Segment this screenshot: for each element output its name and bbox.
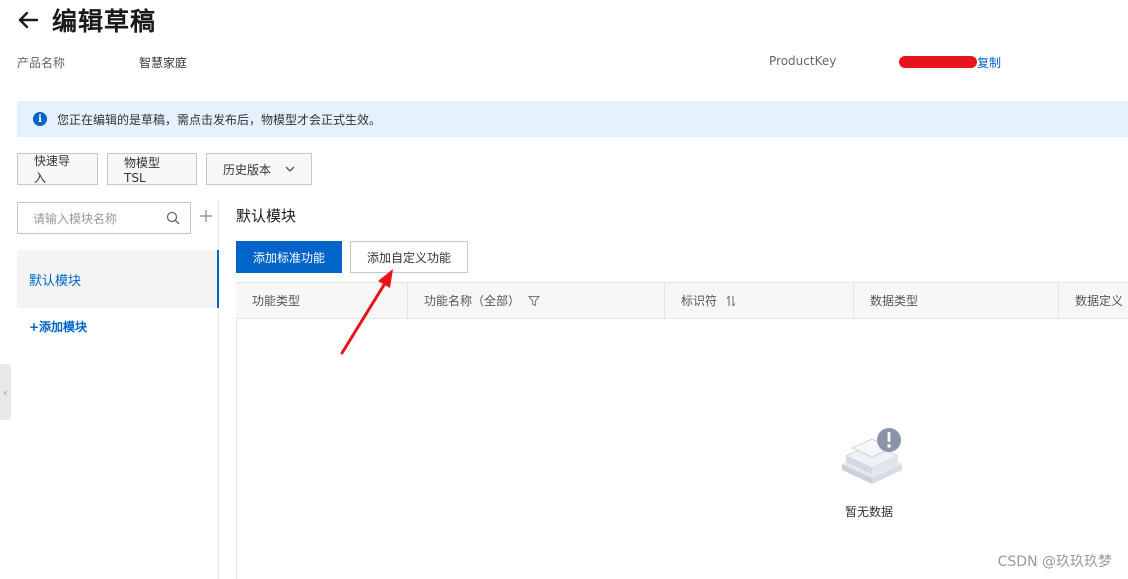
draft-alert: i 您正在编辑的是草稿，需点击发布后，物模型才会正式生效。: [17, 101, 1128, 137]
module-search-input[interactable]: 请输入模块名称: [17, 202, 191, 234]
column-header: 功能名称（全部）: [408, 283, 665, 318]
copy-link[interactable]: 复制: [977, 54, 1001, 71]
column-header: 数据类型: [854, 283, 1059, 318]
chevron-left-icon: ‹: [3, 385, 8, 399]
column-label: 功能名称（全部）: [424, 294, 521, 308]
column-label: 数据定义: [1075, 294, 1124, 308]
arrow-left-icon[interactable]: [16, 8, 40, 32]
table-body-empty: [236, 319, 1128, 579]
alert-text: 您正在编辑的是草稿，需点击发布后，物模型才会正式生效。: [57, 112, 382, 127]
add-module-link[interactable]: +添加模块: [29, 318, 87, 335]
add-custom-function-button[interactable]: 添加自定义功能: [350, 241, 468, 273]
empty-text: 暂无数据: [845, 505, 894, 519]
toolbar: 快速导入 物模型 TSL 历史版本: [17, 153, 312, 185]
collapse-handle[interactable]: ‹: [0, 364, 11, 420]
quick-import-button[interactable]: 快速导入: [17, 153, 98, 185]
sidebar-item-default-module[interactable]: 默认模块: [17, 250, 219, 308]
redacted-product-key: [899, 56, 977, 68]
column-label: 数据类型: [870, 294, 919, 308]
empty-data-icon: [842, 428, 902, 484]
page-header: 编辑草稿: [16, 2, 156, 38]
product-name-label: 产品名称: [17, 56, 66, 70]
column-label: 标识符: [681, 294, 718, 308]
table-header: 功能类型 功能名称（全部） 标识符 数据类型 数据定义: [236, 282, 1128, 319]
section-title: 默认模块: [236, 207, 297, 225]
tsl-button[interactable]: 物模型 TSL: [107, 153, 197, 185]
product-meta: 产品名称 智慧家庭 ProductKey 复制: [17, 54, 1128, 70]
column-header: 功能类型: [236, 283, 408, 318]
page-title: 编辑草稿: [52, 7, 157, 36]
add-standard-function-button[interactable]: 添加标准功能: [236, 241, 342, 273]
history-version-dropdown[interactable]: 历史版本: [206, 153, 312, 185]
info-icon: i: [33, 112, 47, 126]
sort-icon[interactable]: [725, 295, 737, 307]
filter-icon[interactable]: [528, 295, 541, 307]
module-sidebar: 请输入模块名称 默认模块 +添加模块: [17, 200, 219, 579]
watermark: CSDN @玖玖玖梦: [997, 554, 1112, 570]
plus-icon[interactable]: [199, 209, 213, 223]
search-placeholder: 请输入模块名称: [33, 211, 118, 226]
sidebar-item-label: 默认模块: [29, 273, 82, 289]
history-version-label: 历史版本: [223, 162, 272, 177]
product-name-value: 智慧家庭: [139, 56, 188, 70]
column-label: 功能类型: [252, 294, 301, 308]
column-header: 标识符: [665, 283, 854, 318]
search-icon[interactable]: [166, 211, 180, 225]
product-key-label: ProductKey: [769, 54, 837, 68]
chevron-down-icon: [285, 166, 295, 172]
column-header: 数据定义: [1059, 283, 1128, 318]
